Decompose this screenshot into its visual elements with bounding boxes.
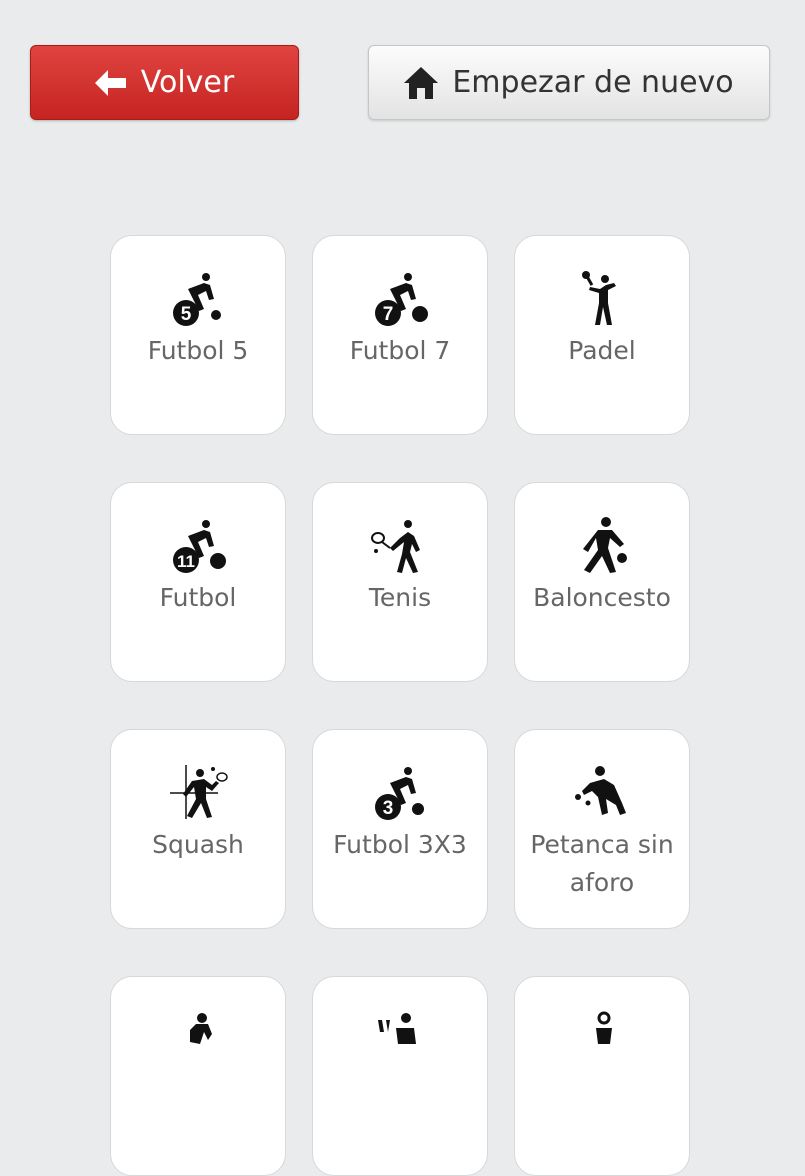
sport-label: Futbol bbox=[159, 583, 237, 612]
football-11-icon: 11 bbox=[166, 516, 230, 576]
arrow-left-icon bbox=[94, 69, 127, 96]
sport-label: Tenis bbox=[368, 583, 432, 612]
sport-card-futbol-5[interactable]: 5 Futbol 5 bbox=[110, 235, 286, 435]
home-icon bbox=[404, 66, 439, 99]
football-7-icon: 7 bbox=[368, 269, 432, 329]
sport-card[interactable] bbox=[514, 976, 690, 1176]
tennis-icon bbox=[368, 516, 432, 576]
sport-card-futbol[interactable]: 11 Futbol bbox=[110, 482, 286, 682]
sport-card-squash[interactable]: Squash bbox=[110, 729, 286, 929]
sport-card[interactable] bbox=[312, 976, 488, 1176]
football-5-icon: 5 bbox=[166, 269, 230, 329]
svg-text:7: 7 bbox=[383, 304, 394, 325]
sport-label: Petanca sin aforo bbox=[530, 830, 674, 897]
sport-card-futbol-7[interactable]: 7 Futbol 7 bbox=[312, 235, 488, 435]
sport-icon bbox=[166, 1010, 230, 1070]
sport-card[interactable] bbox=[110, 976, 286, 1176]
sport-label: Futbol 7 bbox=[349, 336, 451, 365]
sport-label: Futbol 5 bbox=[147, 336, 249, 365]
sport-card-baloncesto[interactable]: Baloncesto bbox=[514, 482, 690, 682]
sport-icon bbox=[368, 1010, 432, 1070]
sport-card-tenis[interactable]: Tenis bbox=[312, 482, 488, 682]
back-button[interactable]: Volver bbox=[30, 45, 299, 120]
restart-button-label: Empezar de nuevo bbox=[452, 65, 734, 100]
basketball-icon bbox=[570, 516, 634, 576]
sport-card-futbol-3x3[interactable]: 3 Futbol 3X3 bbox=[312, 729, 488, 929]
sport-card-petanca-sin-aforo[interactable]: Petanca sin aforo bbox=[514, 729, 690, 929]
sport-label: Squash bbox=[152, 830, 244, 859]
svg-text:5: 5 bbox=[181, 304, 192, 325]
padel-icon bbox=[570, 269, 634, 329]
restart-button[interactable]: Empezar de nuevo bbox=[368, 45, 770, 120]
sport-icon bbox=[570, 1010, 634, 1070]
sport-label: Futbol 3X3 bbox=[333, 830, 467, 859]
squash-icon bbox=[166, 763, 230, 823]
sport-label: Padel bbox=[568, 336, 636, 365]
football-3-icon: 3 bbox=[368, 763, 432, 823]
sport-label: Baloncesto bbox=[533, 583, 671, 612]
petanque-icon bbox=[570, 763, 634, 823]
sport-card-padel[interactable]: Padel bbox=[514, 235, 690, 435]
svg-text:3: 3 bbox=[383, 798, 394, 819]
sports-grid: 5 Futbol 5 7 Futbol 7 Padel 11 Futbol Te… bbox=[110, 235, 690, 1176]
svg-text:11: 11 bbox=[177, 552, 195, 571]
back-button-label: Volver bbox=[140, 65, 235, 100]
